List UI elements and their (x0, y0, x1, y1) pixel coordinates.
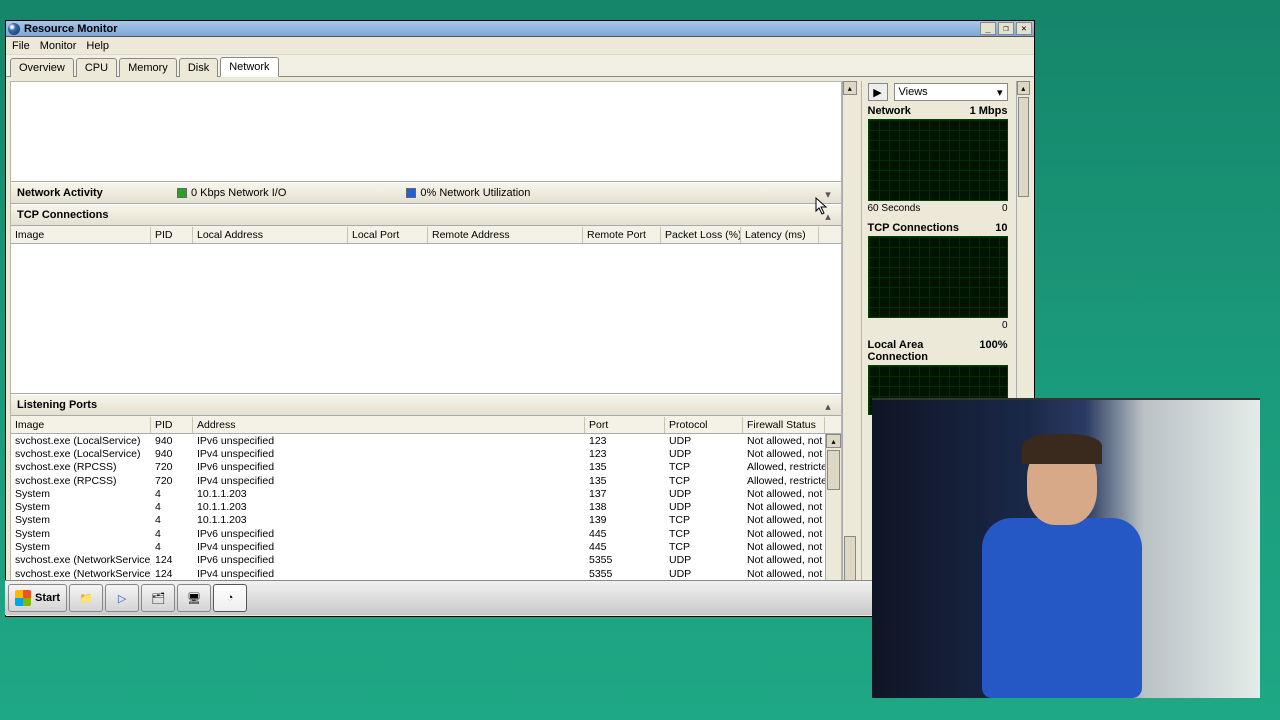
tab-network[interactable]: Network (220, 57, 278, 77)
menu-file[interactable]: File (12, 40, 30, 52)
col-port[interactable]: Port (585, 417, 665, 433)
table-row[interactable]: svchost.exe (RPCSS)720IPv4 unspecified13… (11, 474, 825, 487)
menu-monitor[interactable]: Monitor (40, 40, 77, 52)
scroll-thumb[interactable] (1018, 97, 1030, 197)
play-button[interactable]: ▶ (868, 83, 888, 101)
col-local-address[interactable]: Local Address (193, 227, 348, 243)
taskbar-server-manager[interactable]: 🖥 (177, 584, 211, 612)
graph-tcp: TCP Connections10 0 (868, 222, 1008, 331)
table-row[interactable]: System4IPv6 unspecified445TCPNot allowed… (11, 527, 825, 540)
col-latency[interactable]: Latency (ms) (741, 227, 819, 243)
col-firewall[interactable]: Firewall Status (743, 417, 825, 433)
col-local-port[interactable]: Local Port (348, 227, 428, 243)
tab-memory[interactable]: Memory (119, 58, 177, 77)
views-label: Views (899, 86, 928, 98)
start-button[interactable]: Start (8, 584, 67, 612)
util-swatch-icon (406, 188, 416, 198)
resmon-icon: ◔ (227, 592, 234, 604)
col-remote-port[interactable]: Remote Port (583, 227, 661, 243)
tcp-graph (868, 236, 1008, 318)
section-tcp-connections[interactable]: TCP Connections ▴ (11, 204, 841, 226)
taskbar-folder[interactable]: 🗂 (141, 584, 175, 612)
folder-icon: 🗂 (151, 592, 165, 605)
col-pid[interactable]: PID (151, 227, 193, 243)
col-image[interactable]: Image (11, 417, 151, 433)
menu-help[interactable]: Help (86, 40, 109, 52)
table-row[interactable]: svchost.exe (LocalService)940IPv4 unspec… (11, 447, 825, 460)
tab-overview[interactable]: Overview (10, 58, 74, 77)
col-remote-address[interactable]: Remote Address (428, 227, 583, 243)
col-image[interactable]: Image (11, 227, 151, 243)
titlebar[interactable]: Resource Monitor _ ❐ ✕ (6, 21, 1034, 37)
table-row[interactable]: System410.1.1.203137UDPNot allowed, not … (11, 487, 825, 500)
tab-cpu[interactable]: CPU (76, 58, 117, 77)
main-panel: Network Activity 0 Kbps Network I/O 0% N… (10, 81, 842, 612)
restore-button[interactable]: ❐ (998, 22, 1014, 35)
chevron-down-icon[interactable]: ▾ (821, 187, 835, 201)
listening-header[interactable]: Image PID Address Port Protocol Firewall… (11, 416, 841, 434)
tab-disk[interactable]: Disk (179, 58, 218, 77)
server-icon: 🖥 (187, 592, 201, 605)
taskbar-powershell[interactable]: ▷ (105, 584, 139, 612)
taskbar-resource-monitor[interactable]: ◔ (213, 584, 247, 612)
presenter-video (872, 398, 1260, 698)
table-row[interactable]: svchost.exe (NetworkService)124IPv4 unsp… (11, 567, 825, 580)
start-label: Start (35, 592, 60, 604)
scroll-thumb[interactable] (827, 450, 840, 490)
windows-logo-icon (15, 590, 31, 606)
section-title: TCP Connections (17, 209, 177, 221)
close-button[interactable]: ✕ (1016, 22, 1032, 35)
chevron-down-icon: ▾ (997, 86, 1003, 99)
explorer-icon: 📁 (79, 592, 93, 605)
window-title: Resource Monitor (24, 23, 980, 35)
col-packet-loss[interactable]: Packet Loss (%) (661, 227, 741, 243)
minimize-button[interactable]: _ (980, 22, 996, 35)
process-filter-area (11, 82, 841, 182)
scroll-up-icon[interactable]: ▴ (843, 81, 857, 95)
chevron-up-icon[interactable]: ▴ (821, 209, 835, 223)
powershell-icon: ▷ (118, 592, 126, 605)
section-listening-ports[interactable]: Listening Ports ▴ (11, 394, 841, 416)
io-value: 0 Kbps Network I/O (191, 187, 286, 199)
table-row[interactable]: System4IPv4 unspecified445TCPNot allowed… (11, 540, 825, 553)
tcp-header[interactable]: Image PID Local Address Local Port Remot… (11, 226, 841, 244)
io-swatch-icon (177, 188, 187, 198)
section-network-activity[interactable]: Network Activity 0 Kbps Network I/O 0% N… (11, 182, 841, 204)
scroll-up-icon[interactable]: ▴ (1017, 81, 1031, 95)
table-row[interactable]: System410.1.1.203139TCPNot allowed, not … (11, 514, 825, 527)
table-row[interactable]: svchost.exe (LocalService)940IPv6 unspec… (11, 434, 825, 447)
tcp-table-body (11, 244, 841, 394)
section-title: Network Activity (17, 187, 177, 199)
tabbar: Overview CPU Memory Disk Network (6, 55, 1034, 77)
graph-network: Network1 Mbps 60 Seconds0 (868, 105, 1008, 214)
taskbar-explorer[interactable]: 📁 (69, 584, 103, 612)
menubar: File Monitor Help (6, 37, 1034, 55)
col-address[interactable]: Address (193, 417, 585, 433)
network-graph (868, 119, 1008, 201)
main-scrollbar[interactable]: ▴ ▾ (842, 81, 857, 612)
col-pid[interactable]: PID (151, 417, 193, 433)
table-row[interactable]: System410.1.1.203138UDPNot allowed, not … (11, 500, 825, 513)
section-title: Listening Ports (17, 399, 177, 411)
table-row[interactable]: svchost.exe (RPCSS)720IPv6 unspecified13… (11, 461, 825, 474)
app-icon (8, 23, 20, 35)
views-dropdown[interactable]: Views ▾ (894, 83, 1008, 101)
scroll-up-icon[interactable]: ▴ (826, 434, 841, 448)
table-row[interactable]: svchost.exe (NetworkService)124IPv6 unsp… (11, 554, 825, 567)
util-value: 0% Network Utilization (420, 187, 530, 199)
col-protocol[interactable]: Protocol (665, 417, 743, 433)
chevron-up-icon[interactable]: ▴ (821, 399, 835, 413)
